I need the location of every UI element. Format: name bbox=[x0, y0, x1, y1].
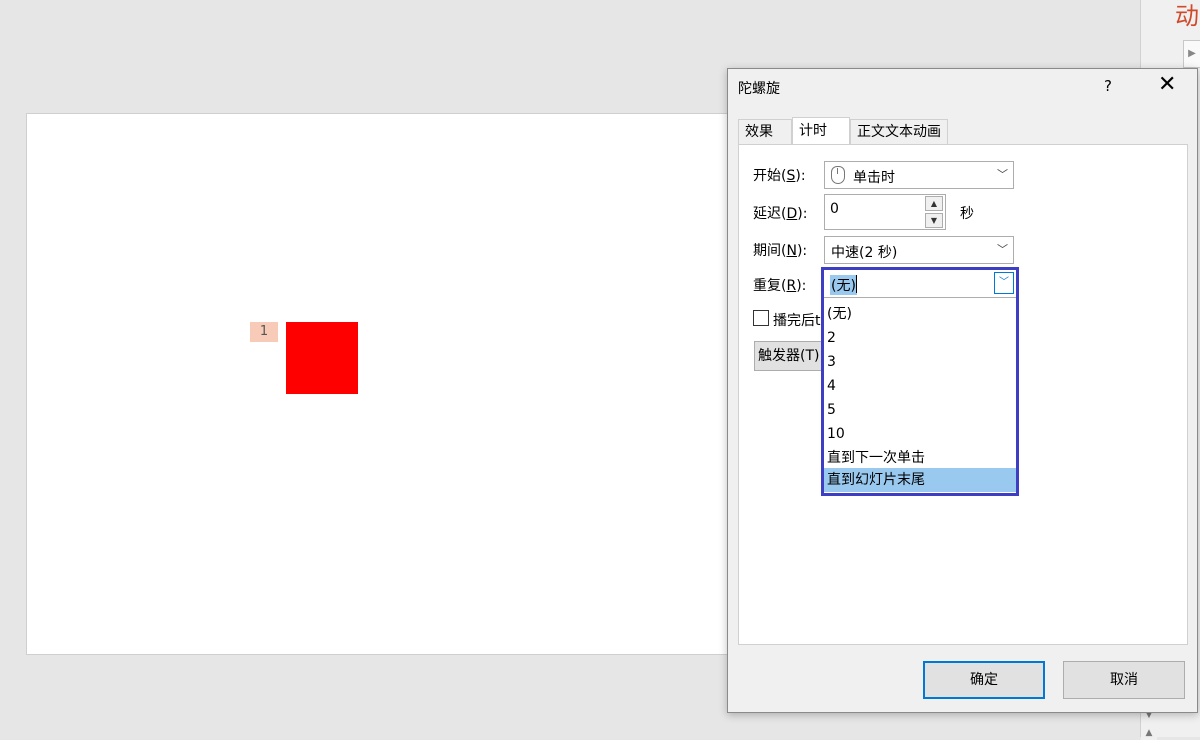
tab-timing[interactable]: 计时 bbox=[792, 117, 850, 145]
red-square-shape[interactable] bbox=[286, 322, 358, 394]
decrement-arrow-icon[interactable]: ▼ bbox=[925, 213, 943, 228]
delay-value[interactable]: 0 bbox=[830, 201, 839, 217]
dialog-title: 陀螺旋 bbox=[738, 81, 780, 97]
duration-select-value: 中速(2 秒) bbox=[831, 245, 898, 261]
animation-pane-heading: 动 bbox=[1175, 2, 1199, 30]
mouse-click-icon bbox=[831, 166, 845, 184]
rewind-checkbox[interactable] bbox=[753, 310, 769, 326]
chevron-down-icon[interactable]: ﹀ bbox=[991, 237, 1013, 263]
ok-button[interactable]: 确定 bbox=[923, 661, 1045, 699]
delay-stepper[interactable]: 0 ▲ ▼ bbox=[824, 194, 946, 230]
duration-select[interactable]: 中速(2 秒) ﹀ bbox=[824, 236, 1014, 264]
scroll-up-icon[interactable]: ▲ bbox=[1141, 726, 1157, 740]
play-icon[interactable]: ▶ bbox=[1183, 40, 1200, 68]
tab-text-animation[interactable]: 正文文本动画 bbox=[850, 119, 948, 145]
tab-effect[interactable]: 效果 bbox=[738, 119, 792, 145]
close-icon[interactable]: ✕ bbox=[1158, 73, 1176, 97]
slide-canvas[interactable]: 1 bbox=[26, 113, 742, 655]
duration-label: 期间(N): bbox=[753, 243, 808, 259]
delay-label: 延迟(D): bbox=[753, 206, 808, 222]
delay-unit: 秒 bbox=[960, 206, 974, 222]
chevron-down-icon[interactable]: ﹀ bbox=[991, 162, 1013, 188]
increment-arrow-icon[interactable]: ▲ bbox=[925, 196, 943, 211]
repeat-label: 重复(R): bbox=[753, 278, 807, 294]
start-select[interactable]: 单击时 ﹀ bbox=[824, 161, 1014, 189]
rewind-label: 播完后t bbox=[773, 313, 821, 329]
animation-order-tag[interactable]: 1 bbox=[250, 322, 278, 342]
help-icon[interactable]: ? bbox=[1104, 77, 1112, 95]
start-select-value: 单击时 bbox=[853, 170, 895, 186]
start-label: 开始(S): bbox=[753, 168, 806, 184]
cancel-button[interactable]: 取消 bbox=[1063, 661, 1185, 699]
dropdown-highlight-frame bbox=[821, 267, 1019, 496]
